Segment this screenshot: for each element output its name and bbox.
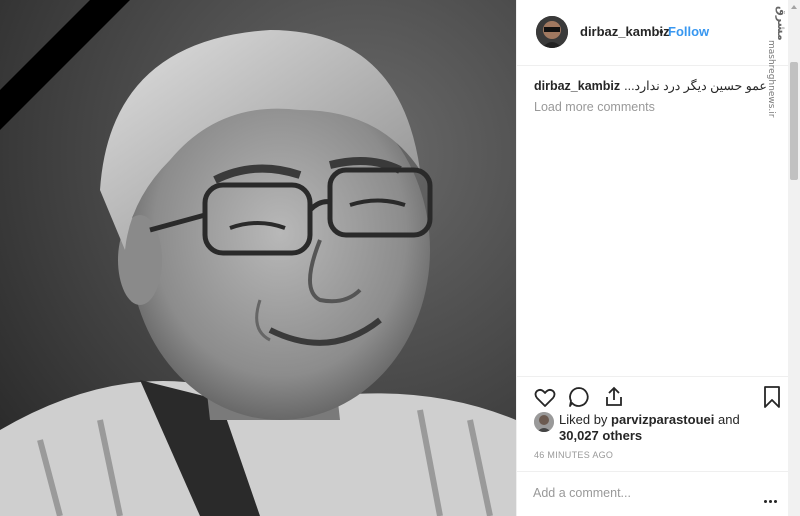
bookmark-icon[interactable] [761,385,783,414]
post-header: dirbaz_kambiz • Follow [517,0,789,66]
post-timestamp[interactable]: 46 MINUTES AGO [534,450,613,460]
scrollbar-thumb[interactable] [790,62,798,180]
comment-icon[interactable] [567,385,591,414]
liked-and: and [718,412,740,427]
caption: dirbaz_kambiz عمو حسین دیگر درد ندارد... [534,78,774,94]
load-more-comments-button[interactable]: Load more comments [534,100,655,114]
watermark-url: mashreghnews.ir [766,40,776,118]
likes-count[interactable]: 30,027 others [559,428,642,443]
comment-bar [517,471,789,516]
liker-username[interactable]: parvizparastouei [611,412,714,427]
scroll-up-arrow-icon[interactable] [788,0,800,12]
post-username[interactable]: dirbaz_kambiz [580,24,670,39]
caption-username[interactable]: dirbaz_kambiz [534,79,620,93]
avatar[interactable] [536,16,568,48]
comment-input[interactable] [533,483,733,503]
ellipsis-icon[interactable] [764,490,779,508]
post-photo[interactable] [0,0,516,516]
post-side-panel: dirbaz_kambiz • Follow dirbaz_kambiz عمو … [516,0,789,516]
post-actions [517,376,789,416]
caption-text: عمو حسین دیگر درد ندارد... [624,79,767,93]
scrollbar[interactable] [788,0,800,516]
portrait-image [0,0,516,516]
watermark-logo: مشرق [775,6,788,41]
liked-by-prefix: Liked by [559,412,608,427]
share-icon[interactable] [602,385,626,414]
heart-icon[interactable] [533,385,557,414]
separator-dot: • [659,24,664,39]
follow-button[interactable]: Follow [668,24,709,39]
liker-avatar[interactable] [534,412,554,432]
